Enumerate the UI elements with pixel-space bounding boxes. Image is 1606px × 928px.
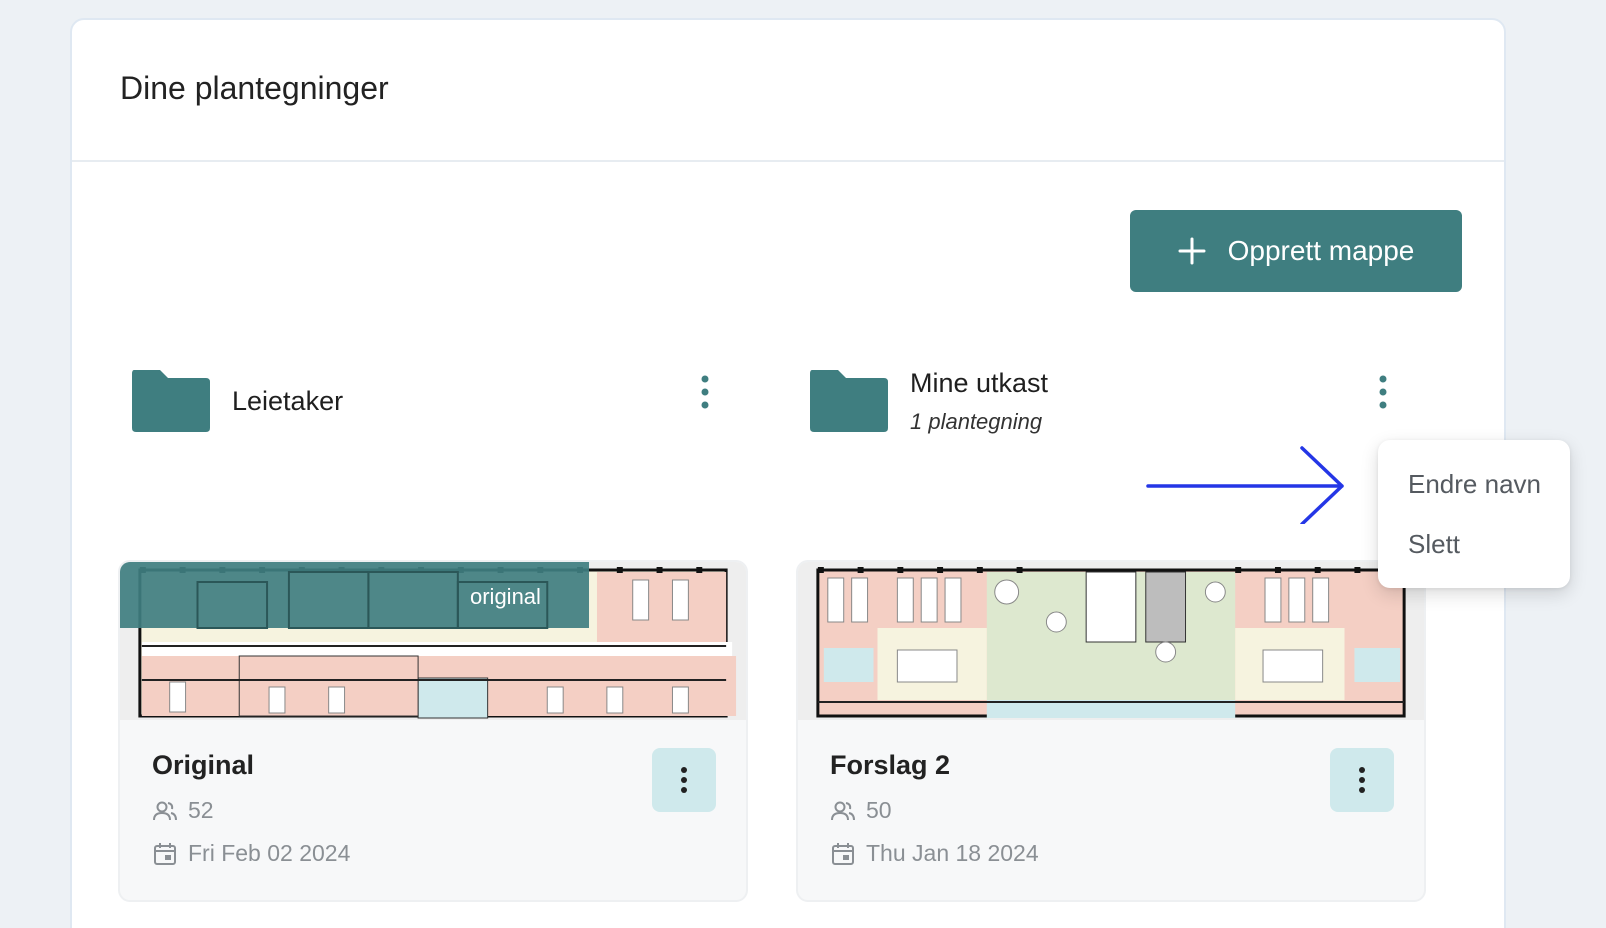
people-icon <box>831 801 855 820</box>
plan-people: 50 <box>830 797 1392 824</box>
plan-card-forslag-2[interactable]: Forslag 2 50 Thu Jan 18 2024 <box>796 560 1426 902</box>
folder-leietaker[interactable]: Leietaker <box>130 366 343 436</box>
calendar-icon <box>154 842 176 865</box>
plan-date: Thu Jan 18 2024 <box>830 840 1392 867</box>
vertical-dots-icon <box>1379 375 1387 409</box>
people-icon <box>153 801 177 820</box>
vertical-dots-icon <box>681 767 687 793</box>
calendar-icon <box>832 842 854 865</box>
folder-icon <box>132 370 210 432</box>
folder-context-menu: Endre navn Slett <box>1378 440 1570 588</box>
plan-more-button[interactable] <box>652 748 716 812</box>
plan-more-button[interactable] <box>1330 748 1394 812</box>
plan-badge: original <box>470 584 541 609</box>
folder-mine-utkast-more-button[interactable] <box>1368 372 1398 412</box>
page-title: Dine plantegninger <box>120 69 389 106</box>
plan-card-original[interactable]: original Original 52 Fri Feb 02 2024 <box>118 560 748 902</box>
plus-icon <box>1178 237 1206 265</box>
folder-plan-count: 1 plantegning <box>910 408 1043 434</box>
plan-title: Original <box>152 750 255 780</box>
plan-date-text: Thu Jan 18 2024 <box>866 840 1039 866</box>
annotation-arrow-icon <box>1146 446 1344 524</box>
create-folder-button[interactable]: Opprett mappe <box>1130 210 1462 292</box>
plan-people: 52 <box>152 797 714 824</box>
vertical-dots-icon <box>1359 767 1365 793</box>
menu-item-rename[interactable]: Endre navn <box>1378 462 1570 522</box>
plan-date-text: Fri Feb 02 2024 <box>188 840 351 866</box>
plan-title: Forslag 2 <box>830 750 951 780</box>
folder-icon <box>810 370 888 432</box>
panel-header: Dine plantegninger <box>72 20 1504 162</box>
floorplan-thumbnail <box>120 562 746 720</box>
plan-people-count: 52 <box>188 797 214 823</box>
floorplan-thumbnail <box>798 562 1424 720</box>
folder-name: Leietaker <box>232 385 344 416</box>
folder-name: Mine utkast <box>910 367 1049 398</box>
create-folder-label: Opprett mappe <box>1227 235 1415 266</box>
plan-date: Fri Feb 02 2024 <box>152 840 714 867</box>
floorplans-panel: Dine plantegninger Opprett mappe Leietak… <box>70 18 1570 928</box>
vertical-dots-icon <box>701 375 709 409</box>
plan-people-count: 50 <box>866 797 892 823</box>
menu-item-delete[interactable]: Slett <box>1378 522 1570 582</box>
folder-leietaker-more-button[interactable] <box>690 372 720 412</box>
folder-mine-utkast[interactable]: Mine utkast 1 plantegning <box>808 366 1048 436</box>
